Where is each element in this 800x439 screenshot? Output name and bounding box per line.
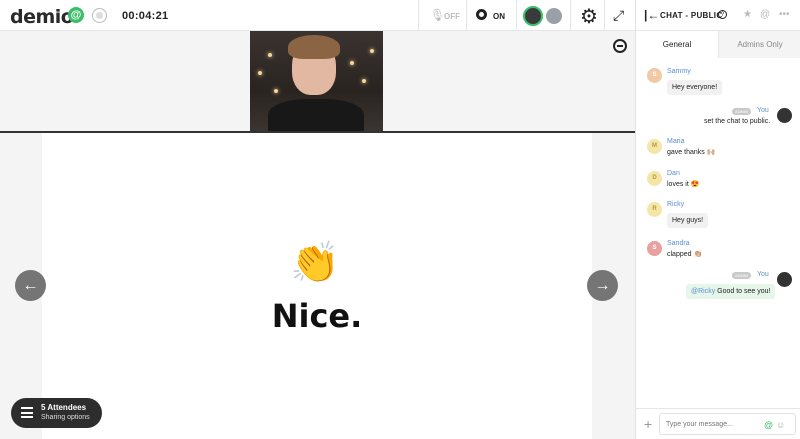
attendee-avatar[interactable] <box>544 6 564 26</box>
app-logo: demio <box>10 6 74 28</box>
avatar: R <box>647 202 662 217</box>
tab-admins-only[interactable]: Admins Only <box>718 31 800 58</box>
gear-icon[interactable]: ⚙ <box>580 4 598 29</box>
divider <box>570 0 571 31</box>
more-icon[interactable]: ••• <box>779 9 790 20</box>
menu-icon <box>21 407 33 418</box>
collapse-panel-icon[interactable]: |← <box>644 8 659 22</box>
webcam-icon[interactable] <box>476 9 487 20</box>
attendees-button[interactable]: 5 Attendees Sharing options <box>11 398 102 428</box>
presentation-stage: 👏 Nice. ← → 5 Attendees Sharing options <box>0 31 635 439</box>
record-icon[interactable] <box>92 8 107 23</box>
chat-title: CHAT - PUBLIC <box>660 11 723 20</box>
previous-slide-button[interactable]: ← <box>15 270 46 301</box>
slide-text: Nice. <box>271 297 363 335</box>
microphone-icon[interactable]: 🎙 <box>430 8 445 22</box>
admin-badge: ADMIN <box>732 108 751 115</box>
session-timer: 00:04:21 <box>122 10 169 22</box>
message-text: clapped 👏🏼 <box>667 251 703 258</box>
minimize-icon[interactable] <box>613 39 627 53</box>
logo-badge-icon: @ <box>68 7 84 23</box>
star-icon[interactable]: ★ <box>743 9 752 20</box>
avatar: S <box>647 241 662 256</box>
divider <box>604 0 605 31</box>
message-author: Sandra <box>667 240 690 247</box>
attach-icon[interactable]: + <box>644 416 652 432</box>
mention-icon[interactable]: @ <box>760 9 770 20</box>
message-author: Maria <box>667 138 685 145</box>
slide: 👏 Nice. <box>42 133 592 439</box>
message-author: Sammy <box>667 68 691 75</box>
presenter-video <box>250 31 383 131</box>
clapping-emoji: 👏 <box>290 241 340 285</box>
avatar: S <box>647 68 662 83</box>
chat-panel: |← CHAT - PUBLIC ? ★ @ ••• General Admin… <box>635 0 800 439</box>
avatar: D <box>647 171 662 186</box>
admin-badge: ADMIN <box>732 272 751 279</box>
message-author: You <box>757 271 769 278</box>
avatar <box>777 108 792 123</box>
fullscreen-icon[interactable]: ⤢ <box>613 7 624 24</box>
chat-input-bar: + @ ☺ <box>636 408 800 439</box>
attendee-count: 5 Attendees <box>41 403 87 412</box>
help-icon[interactable]: ? <box>718 10 727 19</box>
message-text: Hey everyone! <box>667 80 723 95</box>
chat-header: |← CHAT - PUBLIC ? ★ @ ••• <box>636 0 800 31</box>
presenter-avatar[interactable] <box>523 6 543 26</box>
message-author: Dan <box>667 170 680 177</box>
top-bar: demio @ 00:04:21 🎙 OFF ON ⚙ ⤢ <box>0 0 635 31</box>
divider <box>466 0 467 31</box>
message-text: set the chat to public. <box>704 118 771 125</box>
avatar <box>777 272 792 287</box>
mic-status-label[interactable]: OFF <box>444 12 460 21</box>
avatar: M <box>647 139 662 154</box>
next-slide-button[interactable]: → <box>587 270 618 301</box>
cam-status-label[interactable]: ON <box>493 12 505 21</box>
divider <box>516 0 517 31</box>
emoji-icon[interactable]: ☺ <box>776 420 785 430</box>
message-body: Good to see you! <box>715 288 771 295</box>
tab-general[interactable]: General <box>636 31 718 58</box>
message-text: loves it 😍 <box>667 181 700 188</box>
message-text: gave thanks 🙌🏼 <box>667 149 716 156</box>
sharing-options-label: Sharing options <box>41 414 90 421</box>
mention-icon[interactable]: @ <box>764 420 773 430</box>
message-author: You <box>757 107 769 114</box>
mention-link[interactable]: @Ricky <box>691 288 715 295</box>
message-author: Ricky <box>667 201 685 208</box>
divider <box>418 0 419 31</box>
message-text: Hey guys! <box>667 213 709 228</box>
message-text: @Ricky Good to see you! <box>686 284 776 299</box>
chat-tabs: General Admins Only <box>636 31 800 58</box>
